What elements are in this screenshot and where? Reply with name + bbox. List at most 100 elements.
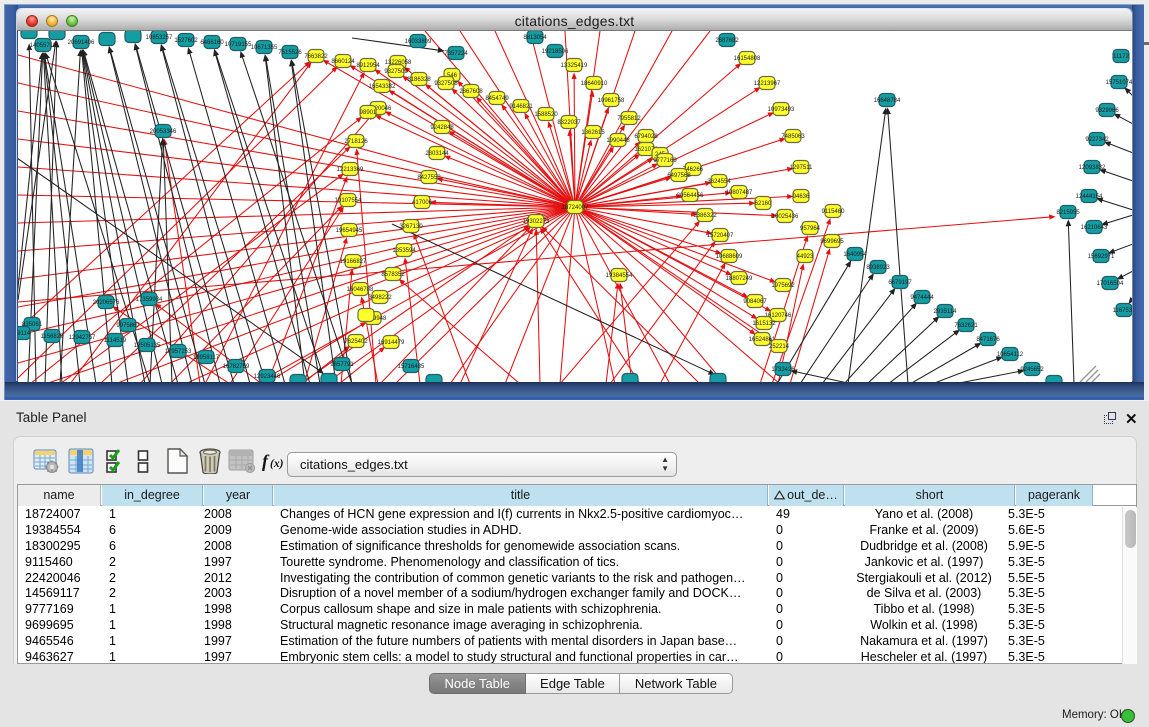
svg-text:12923446: 12923446 (254, 374, 281, 380)
svg-text:10973493: 10973493 (768, 107, 795, 113)
svg-text:9327508: 9327508 (434, 81, 458, 87)
svg-text:16914479: 16914479 (378, 340, 405, 346)
svg-text:12942757: 12942757 (69, 335, 96, 341)
svg-text:20564456: 20564456 (677, 193, 704, 199)
svg-text:15716485: 15716485 (398, 364, 425, 370)
svg-text:8427552: 8427552 (417, 175, 441, 181)
svg-text:18640910: 18640910 (581, 81, 608, 87)
svg-text:9329966: 9329966 (1095, 108, 1119, 114)
svg-text:10958117: 10958117 (193, 355, 220, 361)
svg-text:1156829: 1156829 (41, 334, 65, 340)
svg-text:9245652: 9245652 (1020, 367, 1044, 373)
svg-text:16210643: 16210643 (1081, 225, 1108, 231)
svg-text:16046788: 16046788 (347, 287, 374, 293)
svg-text:12213369: 12213369 (337, 167, 364, 173)
svg-text:16648784: 16648784 (874, 98, 901, 104)
svg-text:9115460: 9115460 (822, 209, 846, 215)
svg-text:2867608: 2867608 (459, 89, 483, 95)
svg-text:19218506: 19218506 (542, 49, 569, 55)
svg-text:17016504: 17016504 (1097, 281, 1124, 287)
svg-text:1353594: 1353594 (392, 248, 416, 254)
svg-text:1588520: 1588520 (534, 112, 558, 118)
svg-text:9474444: 9474444 (910, 295, 934, 301)
svg-text:2803144: 2803144 (425, 151, 449, 157)
svg-text:7632621: 7632621 (954, 323, 978, 329)
svg-text:13325419: 13325419 (561, 63, 588, 69)
svg-text:9227342: 9227342 (1085, 137, 1109, 143)
svg-text:9657791: 9657791 (330, 362, 354, 368)
svg-text:39114: 39114 (18, 331, 31, 337)
svg-text:3498222: 3498222 (368, 295, 392, 301)
svg-text:12213967: 12213967 (754, 81, 781, 87)
svg-text:9146821: 9146821 (509, 104, 533, 110)
svg-text:7357224: 7357224 (444, 51, 468, 57)
svg-text:18807249: 18807249 (726, 276, 753, 282)
svg-text:10961758: 10961758 (598, 98, 625, 104)
svg-text:12505135: 12505135 (134, 343, 161, 349)
svg-text:12093832: 12093832 (1079, 165, 1106, 171)
svg-text:9975867: 9975867 (116, 323, 140, 329)
svg-text:16782759: 16782759 (223, 364, 250, 370)
svg-text:1114519: 1114519 (104, 338, 127, 344)
svg-text:62160: 62160 (755, 201, 772, 207)
svg-text:9777169: 9777169 (653, 158, 677, 164)
svg-text:18724007: 18724007 (562, 205, 589, 211)
svg-text:7625402: 7625402 (344, 339, 368, 345)
svg-text:16033809: 16033809 (405, 39, 432, 45)
svg-text:16543382: 16543382 (369, 84, 396, 90)
svg-text:9327509: 9327509 (384, 69, 408, 75)
svg-text:417006: 417006 (412, 200, 433, 206)
svg-text:7515526: 7515526 (278, 50, 302, 56)
svg-text:9084067: 9084067 (743, 299, 767, 305)
svg-text:8471676: 8471676 (976, 337, 1000, 343)
svg-text:1527602: 1527602 (174, 38, 198, 44)
svg-text:8813054: 8813054 (523, 35, 547, 41)
svg-text:20206576: 20206576 (93, 300, 120, 306)
svg-text:10719155: 10719155 (225, 42, 252, 48)
svg-text:2687682: 2687682 (715, 38, 739, 44)
svg-text:6679197: 6679197 (888, 280, 912, 286)
svg-text:94636: 94636 (793, 194, 810, 200)
svg-text:8578352: 8578352 (381, 272, 405, 278)
svg-text:16154808: 16154808 (734, 56, 761, 62)
svg-text:10107554: 10107554 (335, 198, 362, 204)
svg-text:1615132: 1615132 (752, 321, 776, 327)
svg-text:10654112: 10654112 (997, 352, 1024, 358)
svg-text:6794028: 6794028 (634, 134, 658, 140)
svg-text:17957253: 17957253 (165, 349, 192, 355)
svg-text:1297511: 1297511 (790, 165, 814, 171)
svg-text:10807487: 10807487 (726, 190, 753, 196)
svg-text:8186328: 8186328 (407, 77, 431, 83)
svg-text:11172: 11172 (1113, 54, 1129, 60)
svg-text:8660124: 8660124 (331, 59, 355, 65)
svg-text:2386322: 2386322 (693, 213, 717, 219)
svg-text:1733426: 1733426 (771, 367, 795, 373)
svg-text:12444154: 12444154 (1076, 194, 1103, 200)
svg-text:20053346: 20053346 (150, 129, 177, 135)
svg-text:2718126: 2718126 (344, 139, 368, 145)
svg-text:8912954: 8912954 (356, 63, 380, 69)
svg-text:8215955: 8215955 (1056, 210, 1080, 216)
svg-text:6497568: 6497568 (667, 173, 691, 179)
svg-text:17359934: 17359934 (136, 297, 163, 303)
svg-text:(x): (x) (270, 458, 284, 470)
svg-text:44923: 44923 (797, 254, 814, 260)
svg-text:10688609: 10688609 (716, 254, 743, 260)
svg-text:19166827: 19166827 (340, 259, 367, 265)
svg-text:98901: 98901 (360, 110, 377, 116)
svg-text:1167533: 1167533 (1113, 308, 1132, 314)
svg-text:252214: 252214 (769, 344, 790, 350)
svg-text:8322037: 8322037 (557, 120, 581, 126)
svg-text:957964: 957964 (800, 226, 821, 232)
svg-text:1975692: 1975692 (771, 283, 795, 289)
svg-text:7485063: 7485063 (781, 134, 805, 140)
svg-text:1362615: 1362615 (581, 130, 605, 136)
svg-text:7955812: 7955812 (617, 116, 641, 122)
svg-text:15751074: 15751074 (1106, 80, 1132, 86)
svg-text:2935114: 2935114 (934, 309, 958, 315)
svg-text:15692971: 15692971 (1088, 254, 1115, 260)
svg-text:9242848: 9242848 (430, 125, 454, 131)
svg-text:6466160: 6466160 (200, 40, 224, 46)
svg-text:19302273: 19302273 (523, 219, 550, 225)
svg-text:3624554: 3624554 (707, 179, 731, 185)
